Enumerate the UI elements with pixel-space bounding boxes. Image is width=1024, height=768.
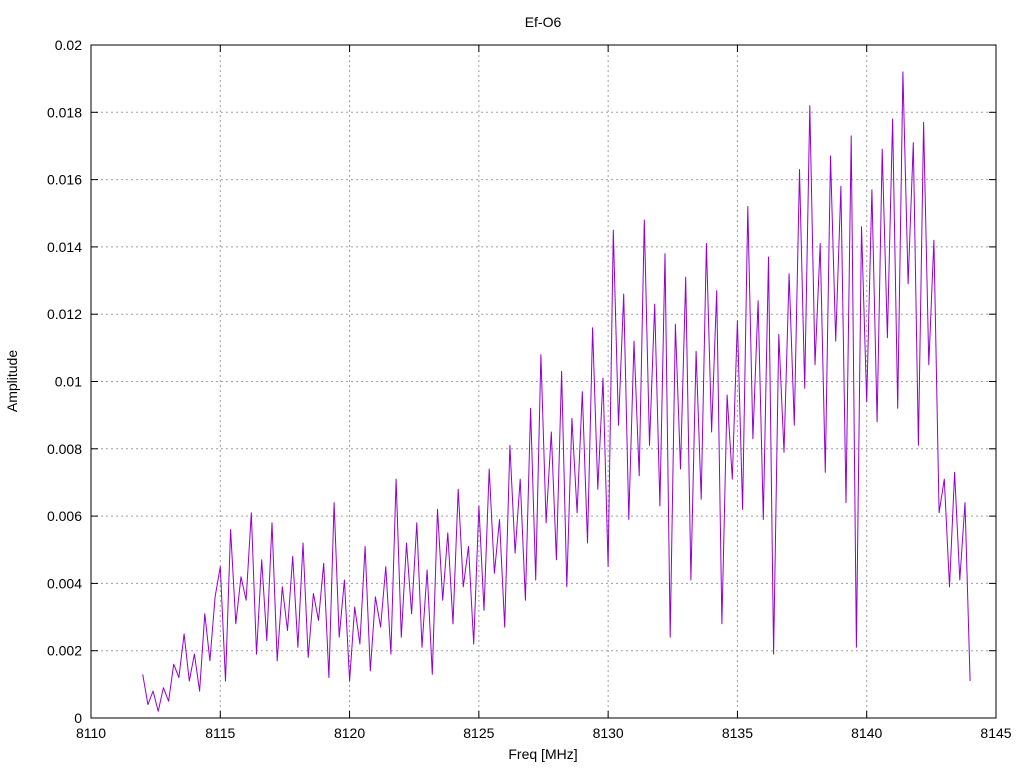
x-tick-label: 8130 bbox=[593, 725, 624, 741]
y-tick-label: 0.004 bbox=[47, 575, 82, 591]
y-tick-label: 0.01 bbox=[55, 374, 82, 390]
y-tick-label: 0.02 bbox=[55, 37, 82, 53]
y-tick-label: 0 bbox=[74, 710, 82, 726]
x-tick-label: 8125 bbox=[463, 725, 494, 741]
x-axis-title: Freq [MHz] bbox=[508, 746, 577, 762]
y-tick-label: 0.006 bbox=[47, 508, 82, 524]
x-tick-label: 8115 bbox=[205, 725, 235, 741]
x-tick-label: 8110 bbox=[76, 725, 106, 741]
x-tick-label: 8135 bbox=[722, 725, 753, 741]
y-tick-label: 0.018 bbox=[47, 104, 82, 120]
grid-lines bbox=[91, 45, 996, 718]
chart-title: Ef-O6 bbox=[525, 14, 562, 30]
x-tick-label: 8140 bbox=[851, 725, 882, 741]
y-tick-label: 0.002 bbox=[47, 643, 82, 659]
x-tick-label: 8145 bbox=[980, 725, 1011, 741]
y-tick-label: 0.016 bbox=[47, 172, 82, 188]
y-axis-title: Amplitude bbox=[4, 350, 20, 412]
y-tick-label: 0.012 bbox=[47, 306, 82, 322]
x-tick-label: 8120 bbox=[334, 725, 365, 741]
series-line bbox=[142, 71, 971, 712]
y-tick-label: 0.008 bbox=[47, 441, 82, 457]
chart-canvas: Ef-O6 8110 8115 8120 8125 8130 8135 8140 8145 0 0… bbox=[4, 14, 1012, 762]
y-tick-label: 0.014 bbox=[47, 239, 82, 255]
series-group bbox=[142, 71, 971, 712]
